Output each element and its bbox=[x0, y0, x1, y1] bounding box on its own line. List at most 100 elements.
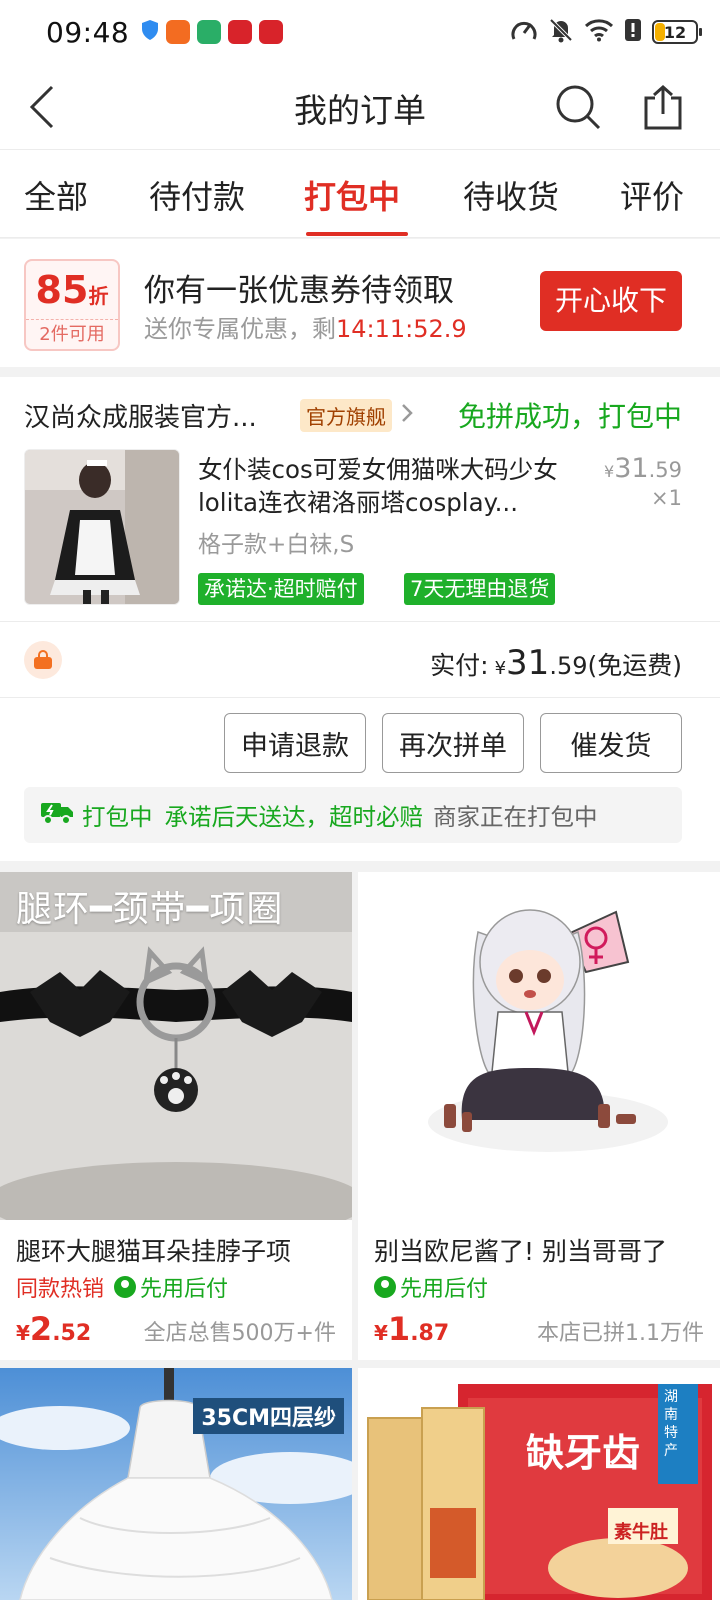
recommendation-card[interactable]: 缺牙齿 素牛肚 湖南特产 bbox=[358, 1368, 720, 1600]
recommendation-tags: 先用后付 bbox=[358, 1264, 720, 1304]
product-price: ¥31.59 ×1 bbox=[604, 453, 682, 510]
paid-dec: .59 bbox=[549, 652, 588, 680]
recommendation-image[interactable]: 腿环━颈带━项圈 bbox=[0, 872, 352, 1220]
coupon-discount-unit: 折 bbox=[88, 284, 109, 308]
battery-level: 12 bbox=[663, 22, 687, 42]
order-status: 免拼成功，打包中 bbox=[457, 400, 682, 433]
region-text: 湖南特产 bbox=[664, 1389, 678, 1459]
pay-later-icon bbox=[114, 1276, 137, 1298]
pay-later-text: 先用后付 bbox=[140, 1277, 229, 1302]
share-icon[interactable] bbox=[638, 82, 688, 132]
recommendation-bottom: ¥1.87 本店已拼1.1万件 bbox=[358, 1304, 720, 1360]
shop-name[interactable]: 汉尚众成服装官方... bbox=[24, 397, 288, 434]
tab-packing[interactable]: 打包中 bbox=[304, 172, 400, 218]
image-overlay-text: 35CM四层纱 bbox=[193, 1398, 344, 1434]
recommendation-sales: 本店已拼1.1万件 bbox=[537, 1321, 704, 1346]
product-title[interactable]: 女仆装cos可爱女佣猫咪大码少女lolita连衣裙洛丽塔cosplay... bbox=[198, 453, 588, 519]
tag-7day-return: 7天无理由退货 bbox=[404, 573, 556, 605]
paid-amount: 实付: ¥31.59(免运费) bbox=[430, 643, 682, 683]
shop-row[interactable]: 汉尚众成服装官方... 官方旗舰 免拼成功，打包中 bbox=[24, 395, 682, 435]
recommendation-price: ¥2.52 bbox=[16, 1310, 91, 1348]
rec-price-symbol: ¥ bbox=[374, 1321, 388, 1345]
shipping-note-text: 商家正在打包中 bbox=[433, 803, 598, 831]
active-tab-indicator bbox=[306, 232, 408, 236]
coupon-badge: 85折 2件可用 bbox=[24, 259, 120, 351]
order-page: 09:48 12 我的订单 全部 待付款 打包中 待收货 评价 85折 2件可用… bbox=[0, 0, 720, 1600]
tab-pending-payment[interactable]: 待付款 bbox=[149, 172, 245, 218]
refund-button[interactable]: 申请退款 bbox=[224, 713, 366, 773]
divider bbox=[0, 621, 720, 622]
rec-price-dec: .52 bbox=[52, 1321, 92, 1346]
coupon-subtitle: 送你专属优惠，剩14:11:52.9 bbox=[144, 309, 467, 344]
page-title: 我的订单 bbox=[294, 91, 426, 130]
coupon-banner: 85折 2件可用 你有一张优惠券待领取 送你专属优惠，剩14:11:52.9 开… bbox=[0, 239, 720, 367]
shipping-status-bar[interactable]: 打包中 承诺后天送达，超时必赔 商家正在打包中 bbox=[24, 787, 682, 843]
order-actions: 申请退款 再次拼单 催发货 bbox=[224, 713, 682, 773]
coupon-usage: 2件可用 bbox=[26, 319, 118, 349]
price-dec: .59 bbox=[648, 458, 682, 482]
shield-icon bbox=[141, 19, 159, 45]
order-tabs: 全部 待付款 打包中 待收货 评价 bbox=[0, 150, 720, 238]
chevron-right-icon bbox=[400, 402, 414, 428]
recommendation-tags: 同款热销 先用后付 bbox=[0, 1264, 352, 1304]
order-card: 汉尚众成服装官方... 官方旗舰 免拼成功，打包中 女仆装cos可爱女佣猫咪大码… bbox=[0, 377, 720, 861]
recommendation-title[interactable]: 别当欧尼酱了! 别当哥哥了 bbox=[358, 1220, 720, 1264]
app-icon-red bbox=[228, 20, 253, 44]
status-bar: 09:48 12 bbox=[0, 0, 720, 64]
status-system-icons: 12 bbox=[510, 17, 702, 47]
tab-all[interactable]: 全部 bbox=[24, 172, 88, 218]
coupon-subtitle-text: 送你专属优惠，剩 bbox=[144, 315, 336, 343]
battery-icon: 12 bbox=[652, 20, 702, 44]
recommendation-bottom: ¥2.52 全店总售500万+件 bbox=[0, 1304, 352, 1360]
tab-pending-receipt[interactable]: 待收货 bbox=[463, 172, 559, 218]
pay-later-icon bbox=[374, 1276, 396, 1298]
recommendation-sales: 全店总售500万+件 bbox=[143, 1321, 336, 1346]
coupon-countdown: 14:11:52.9 bbox=[336, 315, 467, 343]
flavor-text: 素牛肚 bbox=[614, 1522, 668, 1543]
image-overlay-text: 腿环━颈带━项圈 bbox=[16, 889, 284, 930]
price-int: 31 bbox=[614, 453, 649, 484]
shop-badge: 官方旗舰 bbox=[300, 398, 392, 432]
search-icon[interactable] bbox=[553, 82, 603, 132]
paid-symbol: ¥ bbox=[494, 658, 507, 679]
product-quantity: ×1 bbox=[651, 486, 682, 510]
app-icon-red-2 bbox=[259, 20, 284, 44]
alert-icon bbox=[624, 18, 642, 46]
reorder-button[interactable]: 再次拼单 bbox=[382, 713, 524, 773]
status-notification-icons bbox=[141, 19, 284, 45]
speed-icon bbox=[510, 17, 538, 47]
product-image[interactable] bbox=[24, 449, 180, 605]
rec-price-dec: .87 bbox=[410, 1321, 450, 1346]
shipping-note: (免运费) bbox=[587, 651, 682, 680]
coupon-discount: 85 bbox=[35, 268, 89, 312]
recommendation-card[interactable]: 35CM四层纱 bbox=[0, 1368, 352, 1600]
app-icon-orange bbox=[166, 20, 191, 44]
recommendation-card[interactable]: 别当欧尼酱了! 别当哥哥了 先用后付 ¥1.87 本店已拼1.1万件 bbox=[358, 872, 720, 1360]
paid-int: 31 bbox=[506, 643, 550, 683]
paid-label: 实付: bbox=[430, 651, 489, 680]
shipping-promise: 承诺后天送达，超时必赔 bbox=[164, 803, 424, 831]
shipping-status: 打包中 bbox=[82, 803, 153, 831]
recommendation-card[interactable]: 腿环━颈带━项圈 腿环大腿猫耳朵挂脖子项 同款热销 先用后付 ¥2.52 全店总… bbox=[0, 872, 352, 1360]
tag-on-time-guarantee: 承诺达·超时赔付 bbox=[198, 573, 364, 605]
pay-later-tag: 先用后付 bbox=[114, 1271, 228, 1303]
shopping-bag-icon bbox=[24, 641, 62, 679]
price-symbol: ¥ bbox=[604, 462, 615, 481]
status-time: 09:48 bbox=[46, 15, 130, 49]
wechat-icon bbox=[197, 20, 222, 44]
truck-icon bbox=[40, 799, 74, 831]
brand-text: 缺牙齿 bbox=[526, 1430, 641, 1475]
claim-coupon-button[interactable]: 开心收下 bbox=[540, 271, 682, 331]
rec-price-int: 1 bbox=[387, 1310, 411, 1348]
product-sku: 格子款+白袜,S bbox=[198, 532, 355, 558]
wifi-icon bbox=[584, 18, 614, 46]
urge-shipping-button[interactable]: 催发货 bbox=[540, 713, 682, 773]
recommendation-title[interactable]: 腿环大腿猫耳朵挂脖子项 bbox=[0, 1220, 352, 1264]
recommendation-price: ¥1.87 bbox=[374, 1310, 449, 1348]
tab-review[interactable]: 评价 bbox=[620, 172, 684, 218]
coupon-headline: 你有一张优惠券待领取 bbox=[144, 273, 454, 309]
payment-row: 实付: ¥31.59(免运费) bbox=[0, 623, 720, 699]
recommendation-image[interactable] bbox=[358, 872, 720, 1220]
nav-header: 我的订单 bbox=[0, 64, 720, 150]
pay-later-tag: 先用后付 bbox=[374, 1271, 488, 1303]
